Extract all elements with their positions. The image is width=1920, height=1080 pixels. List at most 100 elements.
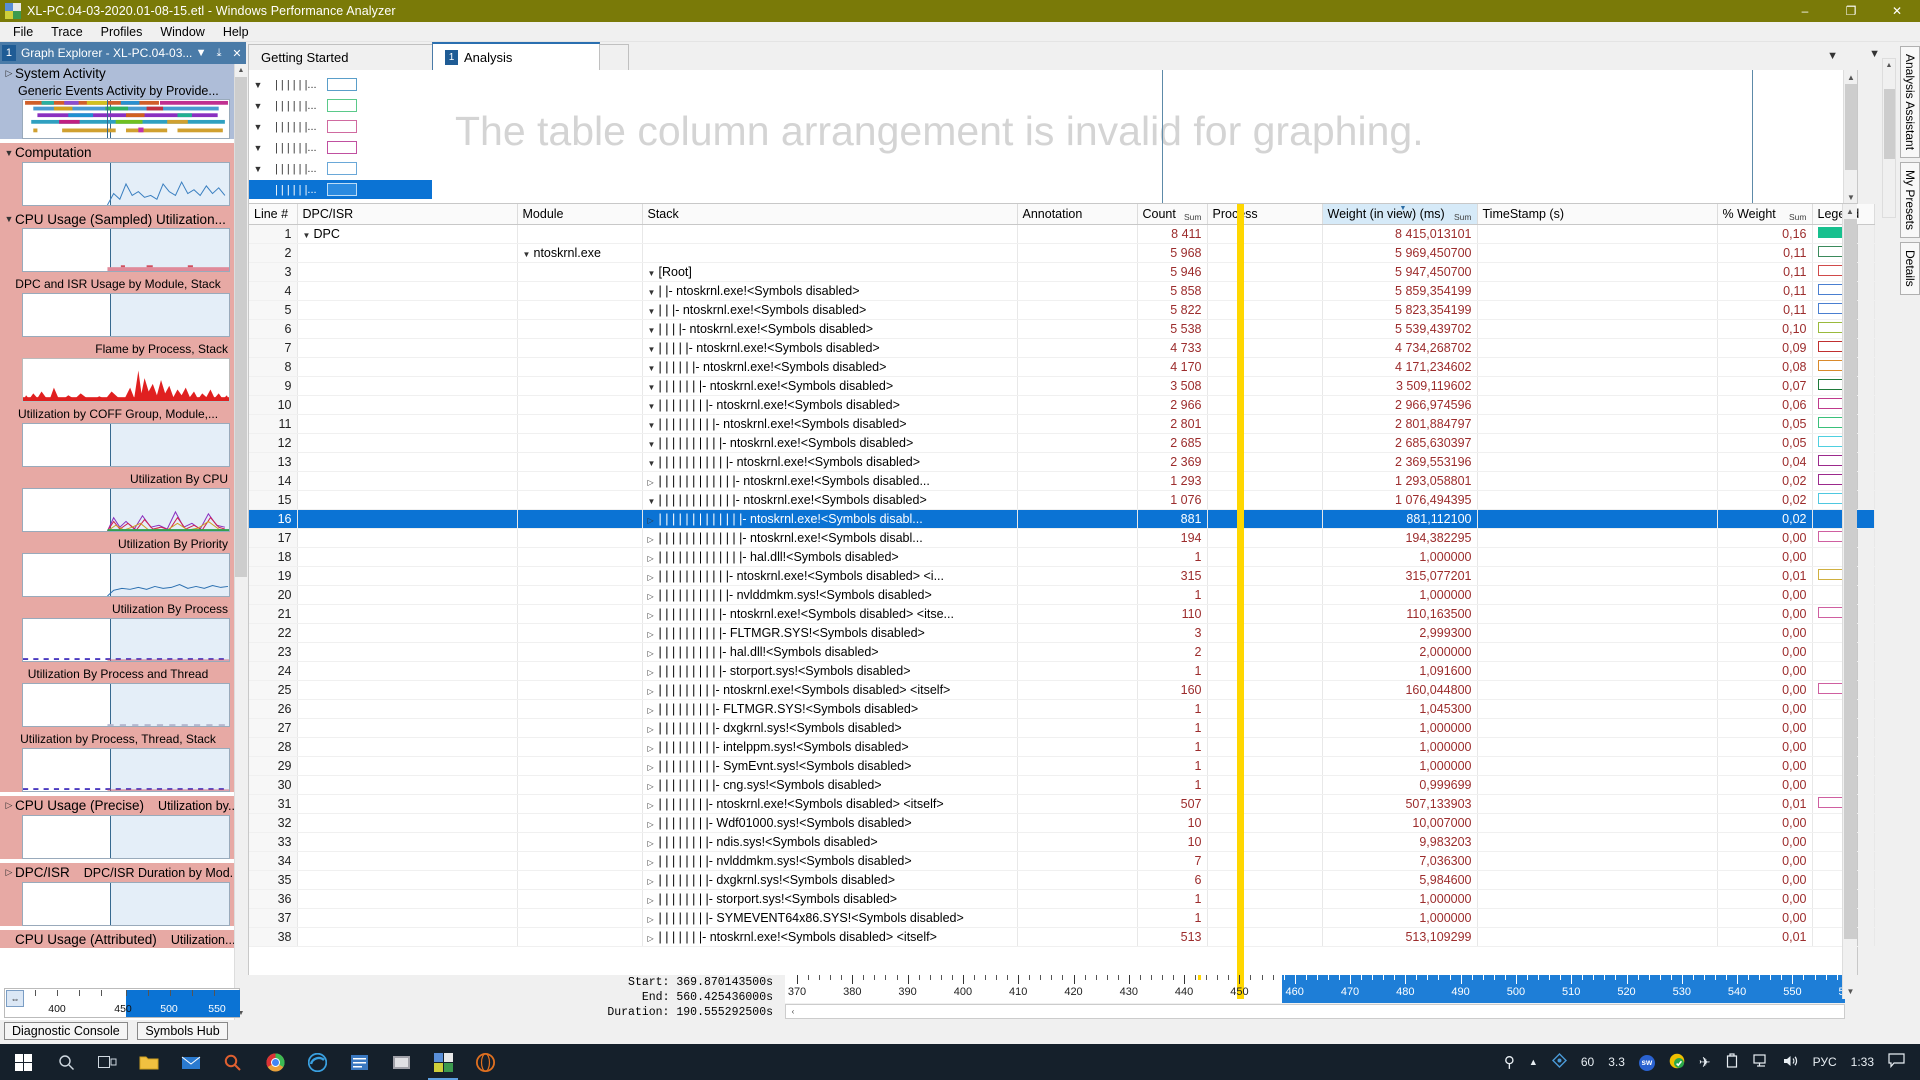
antivirus-shield-icon[interactable] [1669,1053,1685,1072]
table-body[interactable]: 1 ▼ DPC 8 411 8 415,013101 0,16 2 ▼ ntoskrnl.exe… [249,224,1875,947]
column-header-module[interactable]: Module [517,204,643,225]
fit-to-window-icon[interactable]: ⇔ [6,990,24,1007]
view-options-chevron-icon[interactable]: ▼ [1869,48,1880,60]
timeline-ruler[interactable]: 370 380 390 400 410 420 430 440 450 460 470 480 490 5… [785,975,1857,1003]
column-header-pctweight[interactable]: % Weight Sum [1717,204,1813,225]
graph-thumbnail-utilization-process-thread[interactable] [22,683,230,727]
language-indicator[interactable]: РУС [1813,1055,1837,1069]
scroll-down-icon[interactable]: ▼ [1844,190,1857,203]
airplane-mode-icon[interactable]: ✈ [1699,1054,1711,1071]
graph-thumbnail-cpu-usage-sampled[interactable] [22,228,230,272]
expander-icon[interactable]: ▼ [648,288,659,297]
taskbar-app-store[interactable] [380,1044,422,1080]
usb-device-icon[interactable] [1725,1052,1739,1072]
table-row[interactable]: 2 ▼ ntoskrnl.exe 5 968 5 969,450700 0,11 [249,243,1875,263]
table-row[interactable]: 33 ▷ | | | | | | | |- ndis.sys!<Symbols di… [249,832,1875,852]
expander-icon[interactable]: ▼ [648,345,659,354]
expander-icon[interactable]: ▷ [648,839,659,848]
expander-icon[interactable]: ▷ [648,820,659,829]
taskbar-app-search-web[interactable] [212,1044,254,1080]
graph-explorer-scrollbar[interactable]: ▲ ▼ [234,64,247,1020]
graph-thumbnail-cpu-usage-precise[interactable] [22,815,230,859]
expander-icon[interactable]: ▼ [648,307,659,316]
table-row[interactable]: 30 ▷ | | | | | | | | |- cng.sys!<Symbols d… [249,775,1875,795]
expander-icon[interactable]: ▼ [523,250,534,259]
taskbar-app-task-view[interactable] [86,1044,128,1080]
preview-row-selected[interactable]: | | | | | |... [249,180,432,199]
expander-icon[interactable]: ▼ [648,269,659,278]
graph-thumbnail-utilization-by-cpu[interactable] [22,488,230,532]
column-header-stack[interactable]: Stack [642,204,1018,225]
preview-row[interactable]: ▼ | | | | | |... [249,159,441,178]
table-row[interactable]: 17 ▷ | | | | | | | | | | | | |- ntoskrnl.e… [249,528,1875,548]
time-cursor-right[interactable] [1752,70,1753,203]
preview-row[interactable]: ▼ | | | | | |... [249,75,441,94]
graph-thumbnail-flame-by-process[interactable] [22,358,230,402]
scrollbar-thumb[interactable] [235,77,247,577]
table-row[interactable]: 38 ▷ | | | | | | |- ntoskrnl.exe!<Symbols … [249,927,1875,947]
column-header-annotation[interactable]: Annotation [1017,204,1138,225]
graph-group-dpc-isr[interactable]: ▷ DPC/ISR DPC/ISR Duration by Mod... [0,863,236,926]
diagnostic-console-button[interactable]: Diagnostic Console [4,1022,128,1040]
graph-explorer-list[interactable]: ▷ System Activity Generic Events Activit… [0,64,236,1020]
table-row[interactable]: 12 ▼ | | | | | | | | | |- ntoskrnl.exe!<Sy… [249,433,1875,453]
table-row[interactable]: 35 ▷ | | | | | | | |- dxgkrnl.sys!<Symbols… [249,870,1875,890]
table-row[interactable]: 8 ▼ | | | | | |- ntoskrnl.exe!<Symbols dis… [249,357,1875,377]
table-row[interactable]: 13 ▼ | | | | | | | | | | |- ntoskrnl.exe!<… [249,452,1875,472]
expander-icon[interactable]: ▼ [249,143,267,153]
tab-details[interactable]: Details [1900,242,1920,295]
menu-help[interactable]: Help [214,23,258,41]
tab-overflow-chevron-icon[interactable]: ▼ [1827,50,1838,62]
column-header-dpcisr[interactable]: DPC/ISR [297,204,518,225]
expander-icon[interactable]: ▼ [3,214,15,224]
column-header-timestamp[interactable]: TimeStamp (s) [1477,204,1718,225]
table-row[interactable]: 28 ▷ | | | | | | | | |- intelppm.sys!<Symb… [249,737,1875,757]
expander-icon[interactable]: ▷ [648,535,659,544]
column-header-count[interactable]: Count Sum [1137,204,1208,225]
sw-app-icon[interactable]: sw [1638,1054,1655,1071]
column-header-process[interactable]: Process [1207,204,1323,225]
expander-icon[interactable]: ▷ [3,68,15,79]
expander-icon[interactable]: ▼ [648,326,659,335]
network-icon[interactable] [1753,1053,1769,1071]
clock[interactable]: 1:33 [1851,1055,1874,1069]
chevron-up-icon[interactable]: ▲ [1529,1057,1538,1067]
expander-icon[interactable]: ▼ [648,459,659,468]
table-row[interactable]: 5 ▼ | | |- ntoskrnl.exe!<Symbols disabled>… [249,300,1875,320]
maximize-button[interactable]: ❐ [1828,0,1874,22]
minimize-button[interactable]: – [1782,0,1828,22]
graph-explorer-minimap[interactable]: ⇔ 400 450 500 550 [4,988,240,1018]
table-row[interactable]: 22 ▷ | | | | | | | | | |- FLTMGR.SYS!<Symb… [249,623,1875,643]
table-row[interactable]: 10 ▼ | | | | | | | |- ntoskrnl.exe!<Symbol… [249,395,1875,415]
expander-icon[interactable]: ▷ [648,516,659,525]
expander-icon[interactable]: ▷ [648,687,659,696]
scrollbar-thumb[interactable] [1845,84,1857,170]
graph-group-cpu-usage-precise[interactable]: ▷ CPU Usage (Precise) Utilization by... [0,796,236,859]
taskbar-app-browser[interactable] [464,1044,506,1080]
taskbar-app-chrome[interactable] [254,1044,296,1080]
right-mini-scrollbar[interactable]: ▲ [1882,58,1896,218]
table-row[interactable]: 37 ▷ | | | | | | | |- SYMEVENT64x86.SYS!<S… [249,908,1875,928]
expander-icon[interactable]: ▷ [648,630,659,639]
notifications-icon[interactable] [1888,1053,1905,1071]
gpu-monitor-icon[interactable] [1551,1053,1567,1071]
table-row[interactable]: 18 ▷ | | | | | | | | | | | | |- hal.dll!<S… [249,547,1875,567]
menu-profiles[interactable]: Profiles [92,23,152,41]
table-row[interactable]: 6 ▼ | | | |- ntoskrnl.exe!<Symbols disable… [249,319,1875,339]
taskbar-app-edge[interactable] [296,1044,338,1080]
scroll-up-icon[interactable]: ▲ [1844,70,1857,84]
table-row[interactable]: 24 ▷ | | | | | | | | | |- storport.sys!<Sy… [249,661,1875,681]
taskbar-app-sticky-notes[interactable] [338,1044,380,1080]
scroll-up-icon[interactable]: ▲ [1843,204,1857,219]
column-header-weight[interactable]: Weight (in view) (ms) Sum ▼ [1322,204,1478,225]
expander-icon[interactable]: ▼ [3,148,15,158]
taskbar-app-wpa[interactable] [422,1044,464,1080]
graph-thumbnail-utilization-by-process[interactable] [22,618,230,662]
user-account-icon[interactable]: ⚲ [1504,1053,1515,1071]
column-freeze-divider[interactable] [1237,204,1244,999]
expander-icon[interactable]: ▷ [648,801,659,810]
expander-icon[interactable]: ▷ [648,782,659,791]
menu-window[interactable]: Window [151,23,213,41]
expander-icon[interactable]: ▼ [249,80,267,90]
graph-thumbnail-utilization-coff[interactable] [22,423,230,467]
